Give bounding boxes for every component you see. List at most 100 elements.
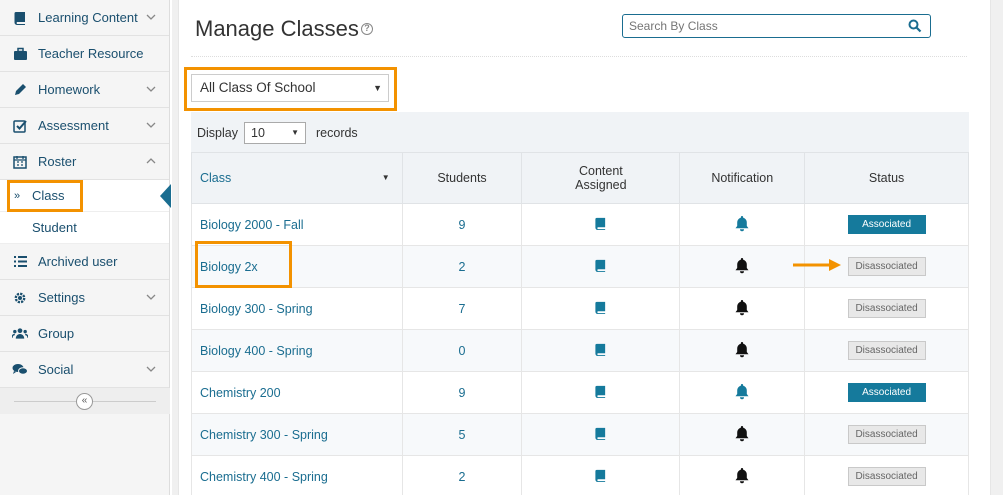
- table-row: Chemistry 300 - Spring 5 Disassociated: [191, 413, 969, 456]
- sidebar-item-settings[interactable]: Settings: [0, 280, 169, 316]
- book-icon[interactable]: [594, 427, 607, 443]
- chevron-up-icon: [146, 158, 156, 164]
- chevron-down-icon: [146, 86, 156, 92]
- status-badge[interactable]: Disassociated: [847, 425, 926, 444]
- column-header-label: Class: [200, 171, 232, 185]
- sidebar-item-assessment[interactable]: Assessment: [0, 108, 169, 144]
- class-name-link[interactable]: Chemistry 400 - Spring: [191, 455, 403, 495]
- bell-icon[interactable]: [734, 299, 750, 319]
- chevron-down-icon: [146, 122, 156, 128]
- class-name-link[interactable]: Chemistry 200: [191, 371, 403, 414]
- table-row: Biology 400 - Spring 0 Disassociated: [191, 329, 969, 372]
- status-cell: Disassociated: [804, 329, 969, 372]
- bell-icon[interactable]: [734, 215, 750, 235]
- table-row: Biology 300 - Spring 7 Disassociated: [191, 287, 969, 330]
- table-row: Chemistry 400 - Spring 2 Disassociated: [191, 455, 969, 495]
- status-badge[interactable]: Disassociated: [847, 299, 926, 318]
- classes-table: Class ▼ Students Content Assigned Notifi…: [191, 152, 969, 495]
- column-header-students[interactable]: Students: [401, 152, 523, 204]
- chevron-down-icon: [146, 366, 156, 372]
- records-label: records: [316, 126, 358, 140]
- sidebar-item-social[interactable]: Social: [0, 352, 169, 388]
- students-count[interactable]: 2: [401, 455, 523, 495]
- display-label: Display: [197, 126, 238, 140]
- caret-down-icon: ▼: [291, 128, 299, 137]
- users-icon: [12, 326, 28, 342]
- book-icon: [12, 10, 28, 26]
- book-icon[interactable]: [594, 469, 607, 485]
- status-cell: Associated: [804, 203, 969, 246]
- class-highlight-box: [7, 180, 83, 212]
- bell-icon[interactable]: [734, 467, 750, 487]
- students-count[interactable]: 9: [401, 203, 523, 246]
- bell-icon[interactable]: [734, 341, 750, 361]
- bell-icon[interactable]: [734, 257, 750, 277]
- notification-cell: [679, 413, 806, 456]
- content-assigned-cell: [521, 371, 681, 414]
- content-assigned-cell: [521, 413, 681, 456]
- sidebar-item-label: Homework: [38, 82, 101, 97]
- table-row: Biology 2x 2 Disassociated: [191, 245, 969, 288]
- book-icon[interactable]: [594, 343, 607, 359]
- sidebar-subitem-student[interactable]: Student: [0, 212, 169, 244]
- sidebar-subitem-label: Student: [32, 220, 77, 235]
- collapse-sidebar-button[interactable]: «: [76, 393, 93, 410]
- header-divider: [191, 56, 967, 57]
- status-badge[interactable]: Disassociated: [847, 257, 926, 276]
- sidebar-item-archived-user[interactable]: Archived user: [0, 244, 169, 280]
- class-name-link[interactable]: Biology 400 - Spring: [191, 329, 403, 372]
- class-name-link[interactable]: Biology 2000 - Fall: [191, 203, 403, 246]
- students-count[interactable]: 5: [401, 413, 523, 456]
- check-square-icon: [12, 118, 28, 134]
- bell-icon[interactable]: [734, 383, 750, 403]
- sidebar-item-label: Learning Content: [38, 10, 138, 25]
- display-records-control: Display 10 ▼ records: [197, 122, 358, 144]
- book-icon[interactable]: [594, 385, 607, 401]
- sort-caret-icon: ▼: [381, 173, 390, 182]
- class-name-link[interactable]: Chemistry 300 - Spring: [191, 413, 403, 456]
- briefcase-icon: [12, 46, 28, 62]
- column-header-content-assigned[interactable]: Content Assigned: [521, 152, 681, 204]
- notification-cell: [679, 203, 806, 246]
- status-badge[interactable]: Disassociated: [847, 467, 926, 486]
- class-name-link[interactable]: Biology 300 - Spring: [191, 287, 403, 330]
- column-header-class[interactable]: Class ▼: [191, 152, 403, 204]
- sidebar-item-learning-content[interactable]: Learning Content: [0, 0, 169, 36]
- sidebar-item-teacher-resource[interactable]: Teacher Resource: [0, 36, 169, 72]
- table-header-row: Class ▼ Students Content Assigned Notifi…: [191, 152, 969, 204]
- students-count[interactable]: 9: [401, 371, 523, 414]
- sidebar-item-roster[interactable]: Roster: [0, 144, 169, 180]
- school-class-select[interactable]: All Class Of School ▼: [191, 74, 389, 102]
- book-icon[interactable]: [594, 217, 607, 233]
- students-count[interactable]: 2: [401, 245, 523, 288]
- students-count[interactable]: 0: [401, 329, 523, 372]
- book-icon[interactable]: [594, 301, 607, 317]
- column-header-status[interactable]: Status: [804, 152, 969, 204]
- records-per-page-select[interactable]: 10 ▼: [244, 122, 306, 144]
- sidebar-item-group[interactable]: Group: [0, 316, 169, 352]
- column-header-label: Content Assigned: [575, 164, 627, 192]
- status-badge[interactable]: Associated: [847, 215, 926, 234]
- content-assigned-cell: [521, 287, 681, 330]
- notification-cell: [679, 245, 806, 288]
- notification-cell: [679, 287, 806, 330]
- book-icon[interactable]: [594, 259, 607, 275]
- sidebar-item-label: Archived user: [38, 254, 118, 269]
- bell-icon[interactable]: [734, 425, 750, 445]
- comments-icon: [12, 362, 28, 378]
- students-count[interactable]: 7: [401, 287, 523, 330]
- status-badge[interactable]: Associated: [847, 383, 926, 402]
- sidebar-item-homework[interactable]: Homework: [0, 72, 169, 108]
- column-header-notification[interactable]: Notification: [679, 152, 806, 204]
- status-badge[interactable]: Disassociated: [847, 341, 926, 360]
- select-value: 10: [251, 126, 265, 140]
- main-content: Manage Classes ? All Class Of School ▼ D…: [172, 0, 1003, 495]
- search-icon[interactable]: [908, 19, 922, 33]
- status-cell: Disassociated: [804, 413, 969, 456]
- help-icon[interactable]: ?: [361, 23, 373, 35]
- status-cell: Disassociated: [804, 455, 969, 495]
- table-row: Chemistry 200 9 Associated: [191, 371, 969, 414]
- row-highlight-box: [195, 241, 292, 288]
- search-box: [622, 14, 931, 38]
- search-input[interactable]: [623, 15, 903, 37]
